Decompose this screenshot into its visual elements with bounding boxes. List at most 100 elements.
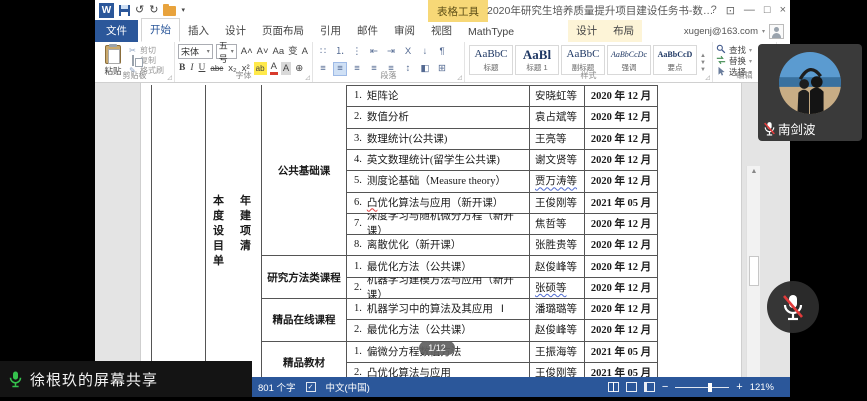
- course-cell[interactable]: 2.机器学习建模方法与应用（新开课）: [347, 277, 529, 298]
- name-cell[interactable]: 袁占斌等: [530, 106, 584, 127]
- vertical-scrollbar[interactable]: ▲ ▼: [746, 166, 760, 377]
- character-border-icon[interactable]: A: [301, 45, 309, 58]
- numbered-list-icon[interactable]: ⒈: [333, 45, 347, 59]
- date-cell[interactable]: 2020 年 12 月: [585, 319, 657, 340]
- tab-引用[interactable]: 引用: [312, 20, 349, 42]
- para-mark-icon[interactable]: ¶: [435, 45, 449, 59]
- name-cell[interactable]: 谢文贤等: [530, 149, 584, 170]
- styles-dialog-launcher-icon[interactable]: ◿: [705, 74, 710, 81]
- name-cell[interactable]: 贾万涛等: [530, 170, 584, 191]
- name-cell[interactable]: 赵俊峰等: [530, 319, 584, 340]
- styles-up-icon[interactable]: ▲: [698, 53, 708, 59]
- phonetic-guide-icon[interactable]: 变: [287, 45, 299, 58]
- zoom-out-button[interactable]: −: [662, 382, 668, 393]
- course-cell[interactable]: 8.离散优化（新开课）: [347, 234, 529, 255]
- course-cell[interactable]: 1.矩阵论: [347, 85, 529, 106]
- save-icon[interactable]: [119, 5, 130, 16]
- course-cell[interactable]: 1.机器学习中的算法及其应用I: [347, 298, 529, 319]
- date-cell[interactable]: 2021 年 05 月: [585, 341, 657, 362]
- tab-布局[interactable]: 布局: [605, 20, 642, 42]
- shrink-font-icon[interactable]: A˅: [256, 45, 270, 58]
- increase-indent-icon[interactable]: ⇥: [384, 45, 398, 59]
- name-cell[interactable]: 张胜贵等: [530, 234, 584, 255]
- name-cell[interactable]: 王振海等: [530, 341, 584, 362]
- course-cell[interactable]: 5.测度论基础（Measure theory）: [347, 170, 529, 191]
- minimize-icon[interactable]: —: [744, 4, 755, 16]
- date-cell[interactable]: 2020 年 12 月: [585, 298, 657, 319]
- close-icon[interactable]: ×: [780, 4, 786, 16]
- web-layout-icon[interactable]: [644, 382, 655, 392]
- name-cell[interactable]: 焦哲等: [530, 213, 584, 234]
- ribbon-display-icon[interactable]: ⊡: [726, 4, 735, 17]
- font-size-select[interactable]: 五号▾: [216, 44, 237, 59]
- paragraph-dialog-launcher-icon[interactable]: ◿: [457, 74, 462, 81]
- name-cell[interactable]: 赵俊峰等: [530, 255, 584, 276]
- decrease-indent-icon[interactable]: ⇤: [367, 45, 381, 59]
- word-count[interactable]: 801 个字: [258, 380, 296, 394]
- zoom-level[interactable]: 121%: [750, 382, 774, 393]
- document-area[interactable]: 本年度建设项目清单公共基础课1.矩阵论安晓虹等2020 年 12 月2.数值分析…: [95, 83, 790, 377]
- date-cell[interactable]: 2020 年 12 月: [585, 149, 657, 170]
- undo-icon[interactable]: ↺: [135, 3, 144, 18]
- course-cell[interactable]: 2.最优化方法（公共课）: [347, 319, 529, 340]
- tab-开始[interactable]: 开始: [141, 18, 180, 42]
- qat-more-icon[interactable]: ▾: [181, 3, 185, 18]
- redo-icon[interactable]: ↻: [149, 3, 158, 18]
- styles-down-icon[interactable]: ▼: [698, 60, 708, 66]
- zoom-slider[interactable]: [675, 387, 729, 388]
- date-cell[interactable]: 2020 年 12 月: [585, 213, 657, 234]
- user-avatar-icon[interactable]: [769, 24, 784, 39]
- name-cell[interactable]: 安晓虹等: [530, 85, 584, 106]
- maximize-icon[interactable]: □: [764, 4, 771, 16]
- tab-邮件[interactable]: 邮件: [349, 20, 386, 42]
- date-cell[interactable]: 2020 年 12 月: [585, 128, 657, 149]
- proofing-icon[interactable]: ✓: [306, 382, 316, 392]
- account-info[interactable]: xugenj@163.com ▾: [684, 24, 784, 39]
- change-case-icon[interactable]: Aa: [272, 45, 286, 58]
- open-folder-icon[interactable]: [163, 6, 176, 16]
- tab-设计[interactable]: 设计: [568, 20, 605, 42]
- help-icon[interactable]: ?: [711, 4, 717, 16]
- course-cell[interactable]: 4.英文数理统计(留学生公共课): [347, 149, 529, 170]
- date-cell[interactable]: 2020 年 12 月: [585, 255, 657, 276]
- name-cell[interactable]: 潘璐璐等: [530, 298, 584, 319]
- course-cell[interactable]: 3.数理统计(公共课): [347, 128, 529, 149]
- date-cell[interactable]: 2020 年 12 月: [585, 234, 657, 255]
- document-table[interactable]: 本年度建设项目清单公共基础课1.矩阵论安晓虹等2020 年 12 月2.数值分析…: [151, 85, 657, 377]
- participant-tile[interactable]: 南剑波: [758, 44, 862, 141]
- course-cell[interactable]: 2.数值分析: [347, 106, 529, 127]
- date-cell[interactable]: 2020 年 12 月: [585, 85, 657, 106]
- course-cell[interactable]: 7.深度学习与随机微分方程（新开课）: [347, 213, 529, 234]
- cut-button[interactable]: ✂剪切: [128, 46, 164, 55]
- date-cell[interactable]: 2020 年 12 月: [585, 106, 657, 127]
- tab-视图[interactable]: 视图: [423, 20, 460, 42]
- date-cell[interactable]: 2021 年 05 月: [585, 192, 657, 213]
- date-cell[interactable]: 2020 年 12 月: [585, 170, 657, 191]
- name-cell[interactable]: 王俊刚等: [530, 192, 584, 213]
- bullet-list-icon[interactable]: ∷: [316, 45, 330, 59]
- tab-文件[interactable]: 文件: [95, 20, 138, 42]
- mute-toggle-button[interactable]: [767, 281, 819, 333]
- read-mode-icon[interactable]: [608, 382, 619, 392]
- asian-layout-icon[interactable]: X: [401, 45, 415, 59]
- date-cell[interactable]: 2021 年 05 月: [585, 362, 657, 377]
- tab-页面布局[interactable]: 页面布局: [254, 20, 312, 42]
- date-cell[interactable]: 2020 年 12 月: [585, 277, 657, 298]
- grow-font-icon[interactable]: A˄: [240, 45, 254, 58]
- zoom-slider-thumb[interactable]: [708, 383, 712, 392]
- tab-MathType[interactable]: MathType: [460, 23, 522, 42]
- language-indicator[interactable]: 中文(中国): [326, 380, 370, 394]
- name-cell[interactable]: 张硕等: [530, 277, 584, 298]
- scroll-up-icon[interactable]: ▲: [747, 166, 761, 178]
- multilevel-list-icon[interactable]: ⋮: [350, 45, 364, 59]
- tab-插入[interactable]: 插入: [180, 20, 217, 42]
- copy-button[interactable]: 复制: [128, 56, 164, 65]
- font-dialog-launcher-icon[interactable]: ◿: [305, 74, 310, 81]
- zoom-in-button[interactable]: +: [736, 382, 742, 393]
- course-cell[interactable]: 6.凸优化算法与应用（新开课）: [347, 192, 529, 213]
- course-cell[interactable]: 1.最优化方法（公共课）: [347, 255, 529, 276]
- font-name-select[interactable]: 宋体▾: [178, 44, 213, 59]
- document-page[interactable]: 本年度建设项目清单公共基础课1.矩阵论安晓虹等2020 年 12 月2.数值分析…: [140, 83, 742, 377]
- sort-icon[interactable]: ↓: [418, 45, 432, 59]
- print-layout-icon[interactable]: [626, 382, 637, 392]
